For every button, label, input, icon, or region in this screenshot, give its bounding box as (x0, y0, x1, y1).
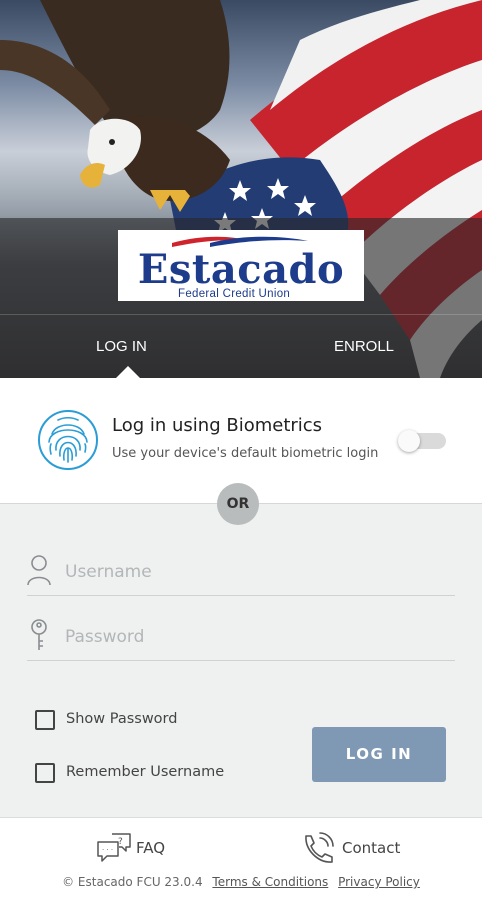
remember-username-checkbox[interactable] (35, 763, 55, 783)
toggle-knob (398, 430, 420, 452)
biometrics-subtitle: Use your device's default biometric logi… (112, 446, 379, 461)
username-field (27, 550, 455, 596)
biometrics-toggle[interactable] (398, 430, 446, 452)
copyright-line: © Estacado FCU 23.0.4 Terms & Conditions… (0, 875, 482, 889)
svg-text:· · ·: · · · (102, 846, 113, 854)
logo-subtitle: Federal Credit Union (178, 288, 291, 300)
logo-name: Estacado (137, 246, 345, 293)
auth-tabs: LOG IN ENROLL (0, 314, 482, 378)
faq-label: FAQ (136, 839, 166, 857)
phone-icon (305, 832, 334, 863)
footer: · · · ? FAQ Contact © Estacado FCU 23.0.… (0, 817, 482, 900)
username-input[interactable] (65, 558, 445, 586)
user-icon (27, 555, 51, 586)
tab-log-in[interactable]: LOG IN (96, 338, 147, 355)
show-password-checkbox[interactable] (35, 710, 55, 730)
password-input[interactable] (65, 623, 445, 651)
contact-label: Contact (342, 839, 401, 857)
copyright-text: © Estacado FCU 23.0.4 (62, 875, 203, 889)
log-in-button[interactable]: LOG IN (312, 727, 446, 782)
or-divider-badge: OR (217, 483, 259, 525)
hero-banner: Estacado Federal Credit Union LOG IN ENR… (0, 0, 482, 378)
terms-link[interactable]: Terms & Conditions (212, 875, 328, 889)
svg-text:?: ? (118, 837, 123, 847)
tab-enroll[interactable]: ENROLL (334, 338, 394, 355)
privacy-link[interactable]: Privacy Policy (338, 875, 420, 889)
show-password-label: Show Password (66, 711, 178, 727)
key-icon (31, 619, 47, 650)
remember-username-label: Remember Username (66, 764, 225, 780)
password-field (27, 615, 455, 661)
chat-faq-icon: · · · ? (97, 833, 131, 862)
credit-union-logo: Estacado Federal Credit Union (118, 230, 364, 301)
active-tab-indicator (116, 366, 140, 378)
biometrics-title: Log in using Biometrics (112, 415, 323, 436)
fingerprint-icon (38, 410, 98, 470)
